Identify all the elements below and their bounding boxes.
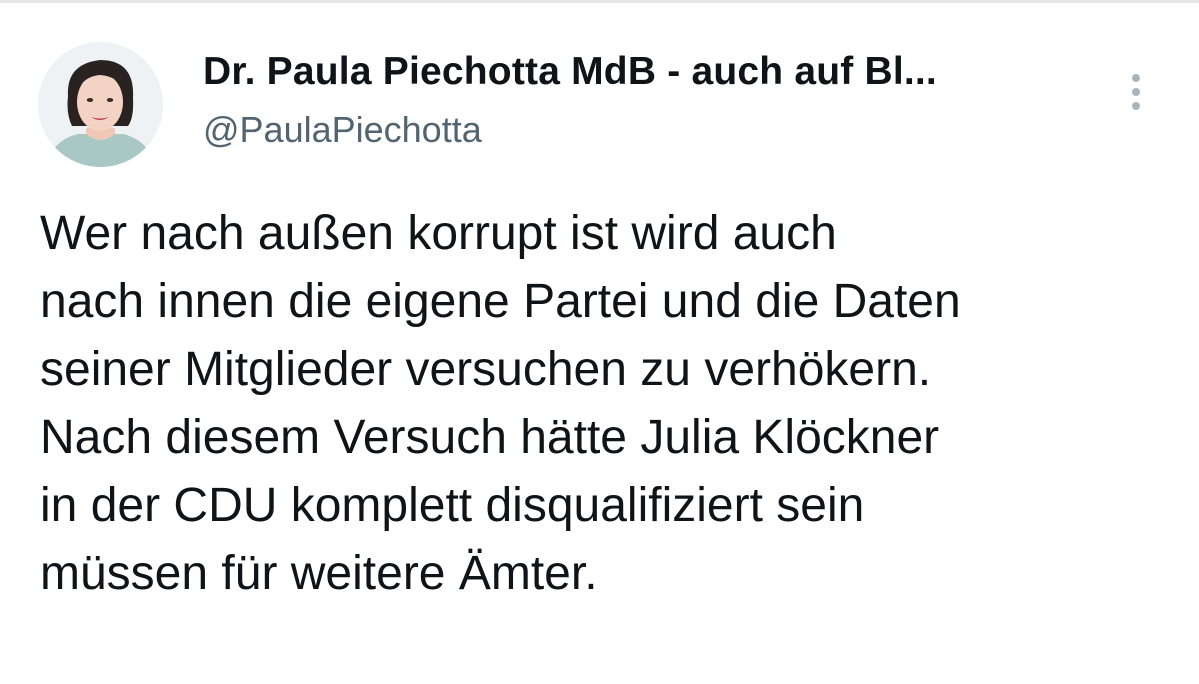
- tweet-line: in der CDU komplett disqualifiziert sein: [40, 479, 865, 532]
- tweet-line: nach innen die eigene Partei und die Dat…: [40, 275, 961, 328]
- more-vertical-icon: [1132, 74, 1140, 110]
- author-display-name[interactable]: Dr. Paula Piechotta MdB - auch auf Bl...: [203, 47, 937, 97]
- avatar[interactable]: [38, 42, 163, 167]
- author-handle[interactable]: @PaulaPiechotta: [203, 107, 482, 153]
- profile-photo-icon: [38, 42, 163, 167]
- more-options-button[interactable]: [1116, 68, 1156, 116]
- tweet-line: Wer nach außen korrupt ist wird auch: [40, 207, 837, 260]
- tweet-text: Wer nach außen korrupt ist wird auch nac…: [40, 200, 1180, 608]
- top-divider: [0, 0, 1199, 3]
- tweet-line: seiner Mitglieder versuchen zu verhökern…: [40, 343, 932, 396]
- tweet-line: müssen für weitere Ämter.: [40, 547, 598, 600]
- tweet-line: Nach diesem Versuch hätte Julia Klöckner: [40, 411, 940, 464]
